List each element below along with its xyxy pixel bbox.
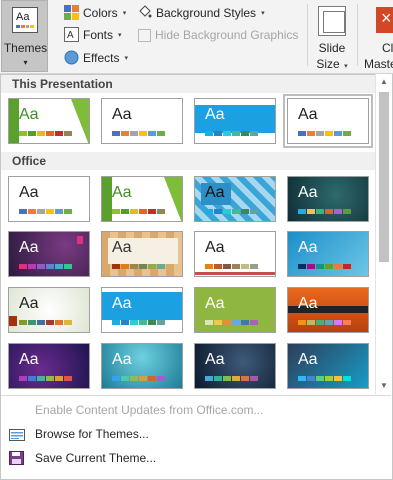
fonts-button[interactable]: A Fonts ▾ bbox=[64, 27, 122, 42]
chevron-down-icon: ▾ bbox=[122, 9, 127, 17]
paint-bucket-icon bbox=[137, 5, 152, 20]
save-label: Save Current Theme... bbox=[35, 451, 157, 465]
theme-thumb-text: Aa bbox=[205, 184, 225, 201]
enable-updates-label: Enable Content Updates from Office.com..… bbox=[35, 403, 264, 417]
effects-label: Effects bbox=[83, 50, 120, 65]
background-styles-label: Background Styles bbox=[156, 5, 257, 20]
browse-label: Browse for Themes... bbox=[35, 427, 149, 441]
theme-thumbnail-current[interactable]: Aa bbox=[283, 94, 373, 148]
hide-background-graphics-checkbox[interactable]: Hide Background Graphics bbox=[138, 28, 298, 42]
theme-thumb-text: Aa bbox=[19, 295, 39, 312]
close-master-icon bbox=[376, 7, 393, 33]
theme-thumbnail-slice[interactable]: Aa bbox=[287, 231, 369, 277]
master-label: Cl bbox=[382, 41, 393, 55]
section-header-this-presentation: This Presentation bbox=[1, 75, 375, 93]
section-header-office: Office bbox=[1, 152, 375, 170]
effects-icon bbox=[64, 50, 79, 65]
slide-size-label-2: Size bbox=[316, 57, 340, 71]
theme-thumb-text: Aa bbox=[298, 184, 318, 201]
themes-button[interactable]: Aa Themes ▾ bbox=[1, 0, 48, 72]
theme-thumbnail-facet[interactable]: Aa bbox=[8, 98, 90, 144]
theme-thumbnail-office[interactable]: Aa bbox=[8, 176, 90, 222]
theme-thumbnail-pattern[interactable]: Aa bbox=[194, 176, 276, 222]
theme-thumb-text: Aa bbox=[112, 239, 132, 256]
colors-button[interactable]: Colors ▾ bbox=[64, 5, 126, 20]
theme-thumbnail-droplet[interactable]: Aa bbox=[101, 343, 183, 389]
theme-thumb-text: Aa bbox=[205, 351, 225, 368]
theme-thumbnail-office-theme[interactable]: Aa bbox=[101, 98, 183, 144]
theme-thumb-text: Aa bbox=[205, 239, 225, 256]
master-label-2: Maste bbox=[364, 57, 393, 71]
theme-thumb-text: Aa bbox=[19, 184, 39, 201]
theme-thumbnail-facet-office[interactable]: Aa bbox=[101, 176, 183, 222]
chevron-down-icon: ▾ bbox=[124, 54, 128, 62]
close-master-view-button[interactable]: Cl Maste bbox=[360, 3, 393, 71]
colors-icon bbox=[64, 5, 79, 20]
theme-thumbnail-ion-dark[interactable]: Aa bbox=[287, 176, 369, 222]
fonts-label: Fonts bbox=[83, 27, 114, 42]
theme-thumb-text: Aa bbox=[19, 239, 39, 256]
ribbon-design-group: Aa Themes ▾ Colors ▾ A Fonts ▾ Effects ▾… bbox=[0, 0, 393, 74]
ribbon-divider bbox=[357, 4, 358, 66]
theme-thumb-text: Aa bbox=[205, 295, 225, 312]
ribbon-divider bbox=[307, 4, 308, 66]
theme-thumb-text: Aa bbox=[298, 351, 318, 368]
slide-size-label: Slide bbox=[318, 41, 346, 55]
theme-thumb-text: Aa bbox=[112, 106, 132, 123]
theme-thumbnail-organic[interactable]: Aa bbox=[8, 287, 90, 333]
colors-label: Colors bbox=[83, 5, 118, 20]
themes-icon-text: Aa bbox=[16, 11, 30, 23]
fonts-icon: A bbox=[64, 27, 79, 42]
theme-thumbnail-berlin[interactable]: Aa bbox=[287, 287, 369, 333]
themes-icon: Aa bbox=[12, 7, 38, 33]
theme-thumb-text: Aa bbox=[205, 106, 225, 123]
theme-thumbnail-savon[interactable]: Aa bbox=[194, 287, 276, 333]
folder-icon bbox=[9, 427, 25, 441]
theme-thumbnail-retrospect[interactable]: Aa bbox=[194, 231, 276, 277]
theme-thumb-text: Aa bbox=[298, 106, 318, 123]
checkbox-icon bbox=[138, 28, 151, 42]
hide-background-label: Hide Background Graphics bbox=[155, 28, 299, 42]
background-styles-button[interactable]: Background Styles ▾ bbox=[137, 5, 265, 20]
theme-thumbnail-vapor[interactable]: Aa bbox=[194, 343, 276, 389]
slide-size-icon bbox=[318, 6, 346, 36]
scroll-down-arrow-icon[interactable]: ▼ bbox=[376, 378, 392, 394]
theme-thumb-text: Aa bbox=[112, 351, 132, 368]
theme-thumb-text: Aa bbox=[298, 239, 318, 256]
scroll-up-arrow-icon[interactable]: ▲ bbox=[376, 74, 392, 90]
theme-thumbnail-main-event[interactable]: Aa bbox=[287, 343, 369, 389]
theme-thumbnail-ion[interactable]: Aa bbox=[8, 231, 90, 277]
theme-thumbnail-blue-band[interactable]: Aa bbox=[194, 98, 276, 144]
theme-thumbnail-integral[interactable]: Aa bbox=[101, 287, 183, 333]
scrollbar-thumb[interactable] bbox=[379, 92, 389, 262]
theme-thumb-text: Aa bbox=[112, 295, 132, 312]
theme-thumb-text: Aa bbox=[19, 351, 39, 368]
chevron-down-icon: ▾ bbox=[118, 31, 122, 39]
save-icon bbox=[9, 451, 25, 465]
svg-text:A: A bbox=[67, 30, 74, 41]
effects-button[interactable]: Effects ▾ bbox=[64, 50, 128, 65]
save-current-theme-item[interactable]: Save Current Theme... bbox=[1, 447, 391, 469]
slide-size-button[interactable]: Slide Size ▾ bbox=[312, 3, 352, 71]
themes-label: Themes bbox=[3, 41, 48, 55]
chevron-down-icon: ▾ bbox=[344, 63, 348, 70]
theme-thumb-text: Aa bbox=[19, 106, 39, 123]
browse-for-themes-item[interactable]: Browse for Themes... bbox=[1, 423, 391, 445]
gallery-scrollbar[interactable]: ▲ ▼ bbox=[375, 74, 392, 394]
theme-thumb-text: Aa bbox=[112, 184, 132, 201]
menu-separator bbox=[1, 395, 391, 396]
theme-thumbnail-wood[interactable]: Aa bbox=[101, 231, 183, 277]
theme-thumb-text: Aa bbox=[298, 295, 318, 312]
theme-thumbnail-celestial[interactable]: Aa bbox=[8, 343, 90, 389]
chevron-down-icon: ▾ bbox=[261, 9, 265, 17]
enable-content-updates-item: Enable Content Updates from Office.com..… bbox=[1, 399, 391, 421]
chevron-down-icon: ▾ bbox=[23, 58, 28, 67]
